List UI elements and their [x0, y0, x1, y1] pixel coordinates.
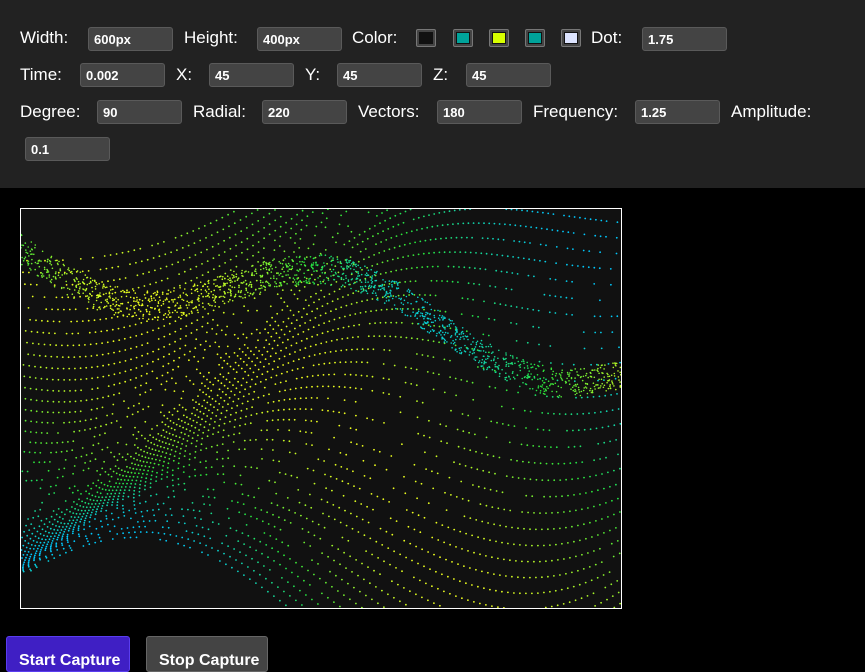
- width-label: Width:: [20, 28, 69, 47]
- color-swatch-2[interactable]: [489, 29, 509, 47]
- width-input[interactable]: [88, 27, 173, 51]
- frequency-label: Frequency:: [533, 102, 619, 121]
- color-swatch-fill: [492, 32, 506, 44]
- color-swatch-fill: [528, 32, 542, 44]
- dot-label: Dot:: [591, 28, 623, 47]
- z-label: Z:: [433, 65, 449, 84]
- color-swatch-3[interactable]: [525, 29, 545, 47]
- x-input[interactable]: [209, 63, 294, 87]
- particle-wave-render: [21, 209, 621, 608]
- degree-label: Degree:: [20, 102, 81, 121]
- color-swatch-fill: [456, 32, 470, 44]
- radial-label: Radial:: [193, 102, 246, 121]
- color-label: Color:: [352, 28, 398, 47]
- time-input[interactable]: [80, 63, 165, 87]
- amplitude-input[interactable]: [25, 137, 110, 161]
- color-swatch-fill: [419, 32, 433, 44]
- frequency-input[interactable]: [635, 100, 720, 124]
- x-label: X:: [176, 65, 193, 84]
- radial-input[interactable]: [262, 100, 347, 124]
- height-label: Height:: [184, 28, 238, 47]
- color-swatch-fill: [564, 32, 578, 44]
- vectors-label: Vectors:: [358, 102, 420, 121]
- z-input[interactable]: [466, 63, 551, 87]
- vectors-input[interactable]: [437, 100, 522, 124]
- y-input[interactable]: [337, 63, 422, 87]
- height-input[interactable]: [257, 27, 342, 51]
- color-swatch-4[interactable]: [561, 29, 581, 47]
- dot-size-input[interactable]: [642, 27, 727, 51]
- amplitude-label: Amplitude:: [731, 102, 812, 121]
- color-swatch-background[interactable]: [416, 29, 436, 47]
- stop-capture-button[interactable]: Stop Capture: [146, 636, 268, 672]
- time-label: Time:: [20, 65, 62, 84]
- y-label: Y:: [305, 65, 321, 84]
- controls-panel: Width: Height: Color: Dot: Time: X: Y: Z…: [0, 0, 865, 188]
- color-swatch-1[interactable]: [453, 29, 473, 47]
- degree-input[interactable]: [97, 100, 182, 124]
- visualization-canvas[interactable]: [20, 208, 622, 609]
- start-capture-button[interactable]: Start Capture: [6, 636, 130, 672]
